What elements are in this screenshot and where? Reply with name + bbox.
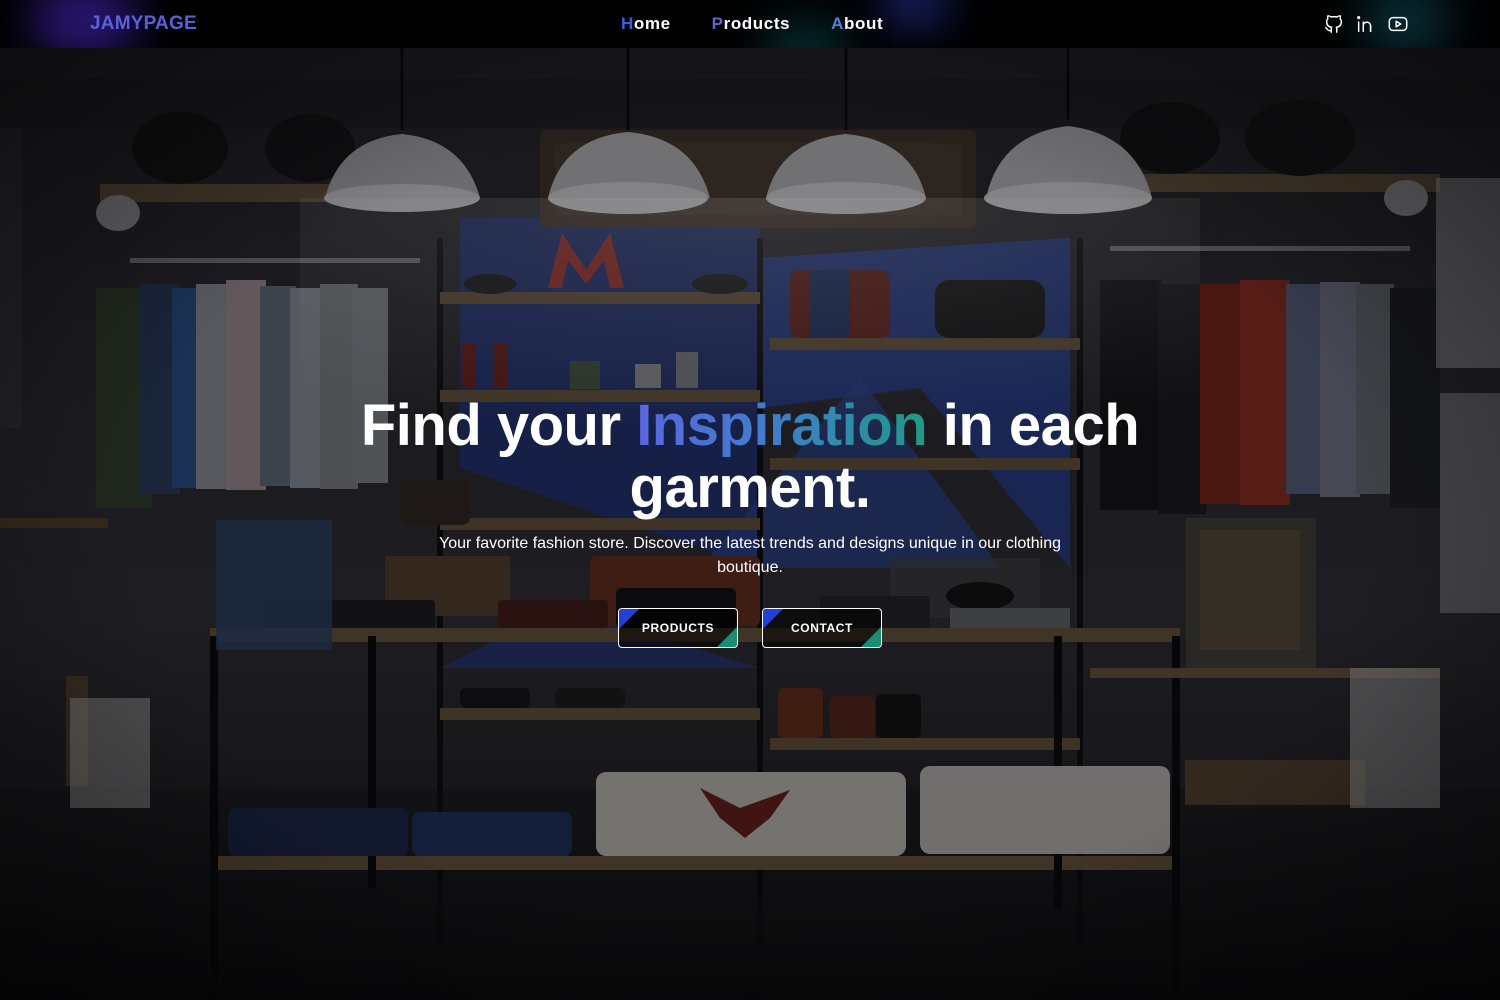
youtube-icon[interactable] (1387, 13, 1409, 35)
nav-link-label: roducts (723, 14, 791, 33)
nav-link-about[interactable]: About (831, 14, 883, 34)
nav-link-label: bout (844, 14, 884, 33)
button-label: CONTACT (791, 621, 853, 635)
github-icon[interactable] (1323, 13, 1345, 35)
headline-text: Find your (360, 393, 637, 458)
nav-link-home[interactable]: Home (621, 14, 671, 34)
nav-link-initial: H (621, 14, 634, 33)
button-label: PRODUCTS (641, 621, 715, 635)
hero-dark-overlay (0, 48, 1500, 1000)
site-logo[interactable]: JAMYPAGE (90, 13, 197, 35)
nav-link-label: ome (633, 14, 671, 33)
navbar: JAMYPAGE Home Products About (0, 0, 1500, 48)
navbar-glow (880, 0, 950, 30)
nav-link-initial: P (711, 14, 724, 33)
nav-link-initial: A (831, 14, 845, 33)
main-nav: Home Products About (621, 14, 883, 34)
contact-button[interactable]: CONTACT (762, 608, 882, 648)
hero-section (0, 48, 1500, 1000)
social-links (1323, 13, 1409, 35)
hero-subtitle: Your favorite fashion store. Discover th… (439, 535, 1061, 576)
nav-link-products[interactable]: Products (712, 14, 791, 34)
page: JAMYPAGE Home Products About Find your I… (0, 0, 1500, 1000)
headline-accent-word: Inspiration (636, 393, 928, 458)
hero-headline: Find your Inspiration in each garment. (300, 395, 1200, 519)
linkedin-icon[interactable] (1355, 13, 1377, 35)
products-button[interactable]: PRODUCTS (618, 608, 738, 648)
